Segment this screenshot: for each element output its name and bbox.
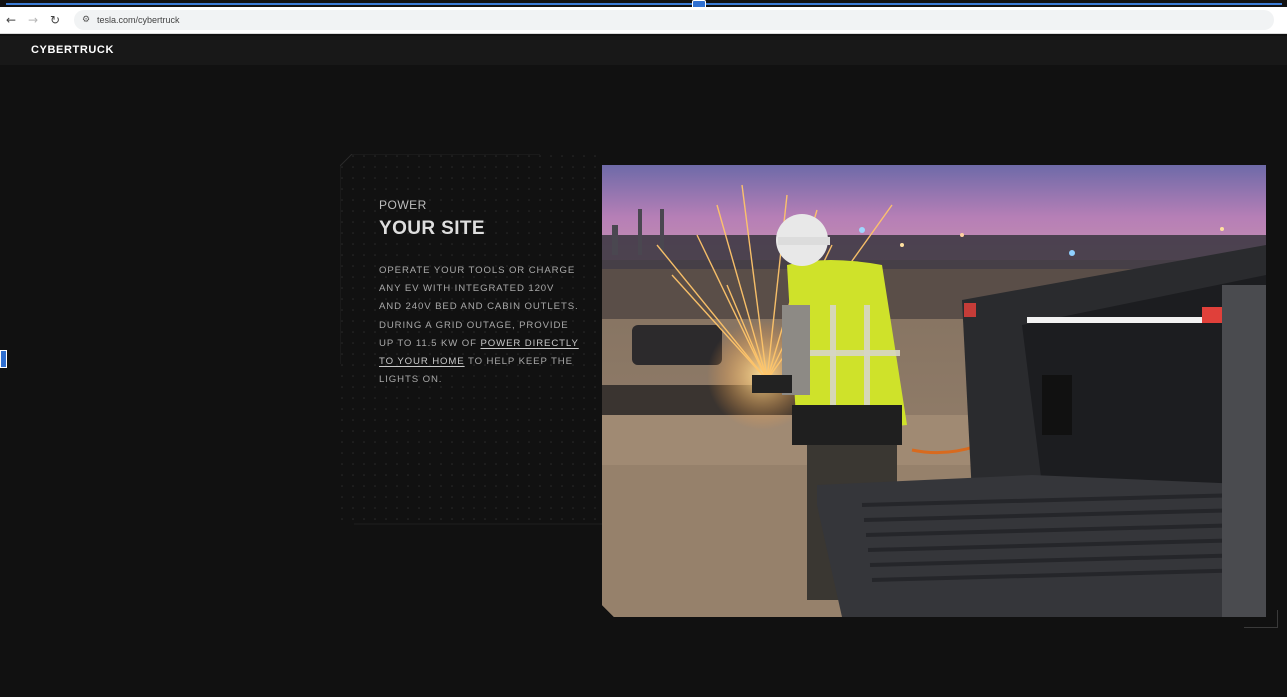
address-bar[interactable]: ⚙ tesla.com/cybertruck — [74, 10, 1274, 30]
forward-button[interactable]: → — [22, 9, 44, 31]
arrow-left-icon: ← — [5, 13, 17, 27]
description-text: OPERATE YOUR TOOLS OR CHARGE ANY EV WITH… — [379, 265, 579, 349]
browser-toolbar: ← → ↻ ⚙ tesla.com/cybertruck — [0, 7, 1287, 34]
brand-logo[interactable]: CYBERTRUCK — [31, 44, 114, 56]
arrow-right-icon: → — [27, 13, 39, 27]
corner-decoration — [1244, 610, 1278, 628]
reload-button[interactable]: ↻ — [44, 9, 66, 31]
tune-icon[interactable]: ⚙ — [80, 14, 92, 26]
feature-eyebrow: POWER — [379, 198, 427, 212]
url-text: tesla.com/cybertruck — [97, 15, 180, 25]
worker-with-cybertruck-photo — [602, 165, 1266, 617]
back-button[interactable]: ← — [0, 9, 22, 31]
selection-handle-left[interactable] — [0, 350, 7, 368]
feature-headline: YOUR SITE — [379, 218, 486, 239]
selection-outline-top — [6, 3, 1282, 5]
feature-description: OPERATE YOUR TOOLS OR CHARGE ANY EV WITH… — [379, 262, 579, 389]
reload-icon: ↻ — [49, 13, 61, 27]
site-header: CYBERTRUCK — [0, 36, 1287, 65]
